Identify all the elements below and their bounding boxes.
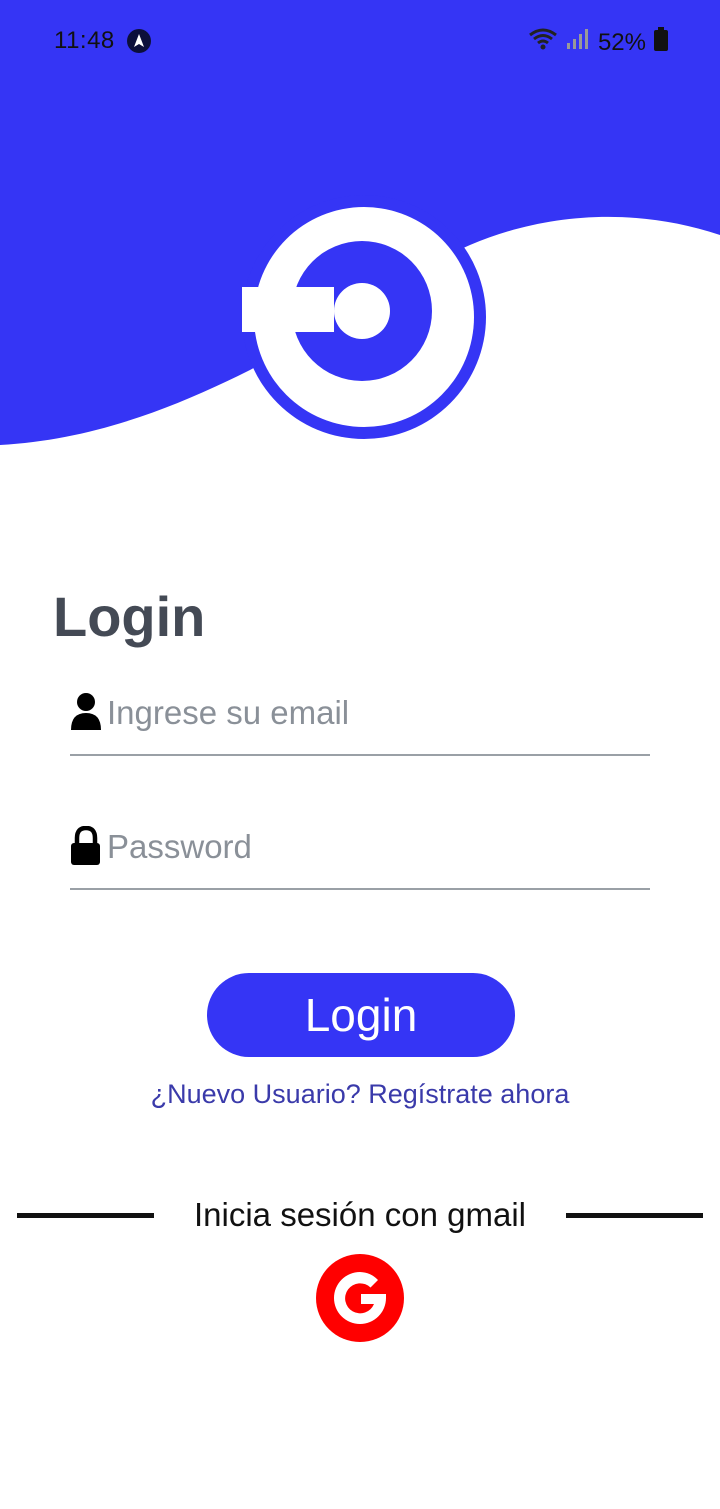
user-icon xyxy=(70,692,102,732)
battery-percent: 52% xyxy=(597,28,646,56)
email-field[interactable] xyxy=(70,674,650,756)
app-logo-icon xyxy=(242,195,486,439)
social-login-label: Inicia sesión con gmail xyxy=(194,1196,526,1233)
email-input[interactable] xyxy=(107,688,637,738)
divider-line-right xyxy=(566,1213,703,1218)
login-button[interactable]: Login xyxy=(207,973,515,1057)
battery-icon xyxy=(654,27,668,58)
google-icon xyxy=(316,1254,404,1342)
page-title: Login xyxy=(53,585,206,648)
status-indicators: 52% xyxy=(528,27,668,58)
status-bar: 11:48 52% xyxy=(0,0,720,82)
google-login-button[interactable] xyxy=(315,1253,405,1343)
wifi-icon xyxy=(528,28,558,57)
login-screen: 11:48 52% Login Ingrese su email Login ¿… xyxy=(0,0,720,1509)
register-link[interactable]: ¿Nuevo Usuario? Regístrate ahora xyxy=(0,1079,720,1110)
status-time: 11:48 xyxy=(54,27,115,54)
cell-signal-icon xyxy=(566,28,590,57)
lock-icon xyxy=(70,825,102,866)
password-field[interactable] xyxy=(70,808,650,890)
divider-line-left xyxy=(17,1213,154,1218)
password-input[interactable] xyxy=(107,822,637,872)
navigation-app-icon xyxy=(127,29,151,53)
